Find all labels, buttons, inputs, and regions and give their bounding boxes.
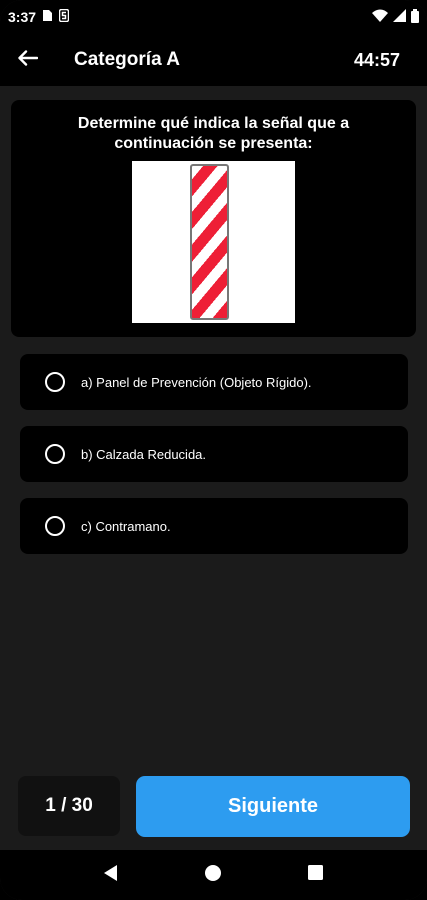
option-a[interactable]: a) Panel de Prevención (Objeto Rígido). (20, 354, 408, 410)
system-nav-bar (0, 850, 427, 900)
nav-recents-button[interactable] (296, 855, 336, 895)
sign-image (132, 161, 295, 323)
option-label: c) Contramano. (81, 518, 171, 534)
wifi-icon (372, 9, 388, 25)
back-button[interactable] (0, 34, 56, 86)
arrow-left-icon (18, 49, 39, 71)
status-time: 3:37 (8, 9, 37, 25)
question-counter: 1 / 30 (18, 776, 120, 836)
question-card: Determine qué indica la señal que a cont… (11, 100, 416, 337)
option-c[interactable]: c) Contramano. (20, 498, 408, 554)
nav-back-button[interactable] (91, 855, 131, 895)
sim-icon (42, 9, 53, 25)
screen: 3:37 Categoría A 44:57 Determine qué ind… (0, 0, 427, 900)
nav-home-button[interactable] (193, 855, 233, 895)
status-bar: 3:37 (0, 0, 427, 34)
battery-icon (411, 8, 419, 26)
radio-icon[interactable] (45, 516, 65, 536)
app-bar: Categoría A 44:57 (0, 34, 427, 86)
option-label: b) Calzada Reducida. (81, 446, 207, 462)
page-title: Categoría A (74, 49, 180, 70)
back-triangle-icon (104, 864, 118, 886)
signal-icon (393, 9, 406, 25)
radio-icon[interactable] (45, 444, 65, 464)
option-label: a) Panel de Prevención (Objeto Rígido). (81, 374, 312, 390)
question-text: Determine qué indica la señal que a cont… (77, 115, 350, 152)
next-button[interactable]: Siguiente (136, 776, 410, 837)
striped-marker-post (190, 164, 229, 320)
timer: 44:57 (353, 49, 400, 70)
home-circle-icon (205, 864, 222, 886)
recents-square-icon (308, 865, 324, 885)
option-b[interactable]: b) Calzada Reducida. (20, 426, 408, 482)
s-notification-icon (58, 8, 70, 25)
radio-icon[interactable] (45, 372, 65, 392)
